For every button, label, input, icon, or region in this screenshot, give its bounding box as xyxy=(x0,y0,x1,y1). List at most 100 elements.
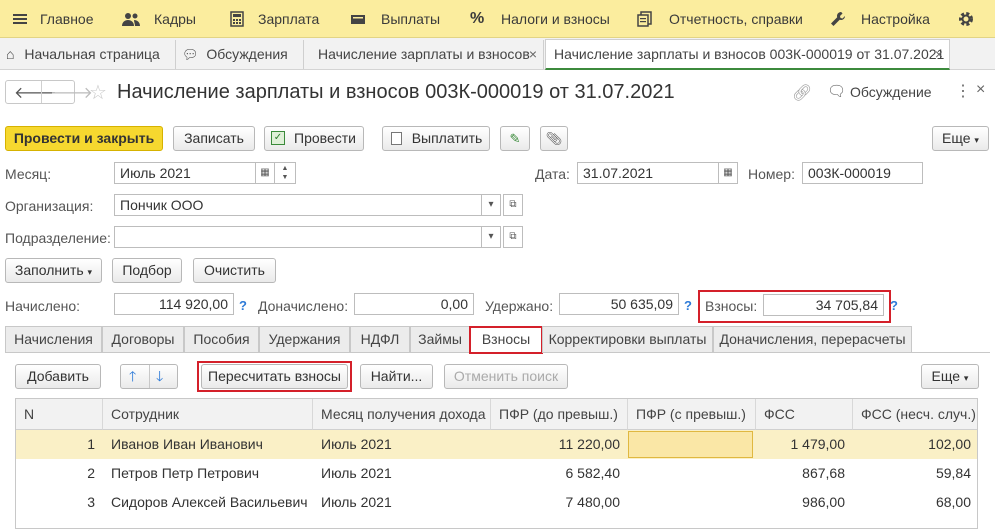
date-calendar-button[interactable]: ▦ xyxy=(718,162,738,184)
withheld-field[interactable]: 50 635,09 xyxy=(559,293,679,315)
date-field[interactable]: 31.07.2021 xyxy=(577,162,719,184)
extra-accrued-field[interactable]: 0,00 xyxy=(354,293,474,315)
help-icon[interactable]: ? xyxy=(239,298,247,313)
fill-button[interactable]: Заполнить ▾ xyxy=(5,258,102,283)
table-cell-employee[interactable]: Иванов Иван Иванович xyxy=(103,430,313,459)
percent-icon: % xyxy=(470,10,485,27)
dropdown-arrow-icon: ▾ xyxy=(488,199,494,210)
department-field[interactable] xyxy=(114,226,482,248)
subtab-deductions[interactable]: Удержания xyxy=(259,326,350,353)
move-up-icon[interactable]: 🡑 xyxy=(129,365,136,388)
table-cell-month[interactable]: Июль 2021 xyxy=(313,488,491,517)
menu-item-main[interactable]: Главное xyxy=(40,0,94,38)
table-cell-fss-ns[interactable]: 68,00 xyxy=(853,488,977,517)
forward-arrow-icon[interactable]: 🡒 xyxy=(50,82,93,103)
department-open-button[interactable]: ⧉ xyxy=(503,226,523,248)
subtab-ndfl[interactable]: НДФЛ xyxy=(350,326,410,353)
contributions-field[interactable]: 34 705,84 xyxy=(763,294,884,316)
star-icon[interactable]: ☆ xyxy=(89,80,107,105)
edit-pencil-button[interactable]: ✎ xyxy=(500,126,530,151)
add-button[interactable]: Добавить xyxy=(15,364,101,389)
table-cell-month[interactable]: Июль 2021 xyxy=(313,430,491,459)
menu-item-hr[interactable]: Кадры xyxy=(154,0,196,38)
close-window-icon[interactable]: × xyxy=(976,81,985,99)
tab-discussions[interactable]: 💬︎ Обсуждения xyxy=(176,40,304,69)
column-header-n[interactable]: N xyxy=(16,399,103,430)
find-button[interactable]: Найти... xyxy=(360,364,433,389)
column-header-fss-ns[interactable]: ФСС (несч. случ.) xyxy=(853,399,977,430)
calendar-button[interactable]: ▦ xyxy=(255,162,275,184)
column-header-fss[interactable]: ФСС xyxy=(756,399,853,430)
subtab-accruals[interactable]: Начисления xyxy=(5,326,102,353)
help-icon[interactable]: ? xyxy=(890,298,898,313)
people-icon xyxy=(122,13,140,26)
column-header-pfr[interactable]: ПФР (до превыш.) xyxy=(491,399,628,430)
post-and-close-button[interactable]: Провести и закрыть xyxy=(5,126,163,151)
table-cell-employee[interactable]: Сидоров Алексей Васильевич xyxy=(103,488,313,517)
subtab-payment-corrections[interactable]: Корректировки выплаты xyxy=(542,326,713,353)
table-cell-fss-ns[interactable]: 102,00 xyxy=(853,430,977,459)
table-cell-fss[interactable]: 1 479,00 xyxy=(756,430,853,459)
pick-button[interactable]: Подбор xyxy=(112,258,182,283)
month-field[interactable]: Июль 2021 xyxy=(114,162,256,184)
post-button-label: Провести xyxy=(294,130,356,146)
table-cell-pfr-over[interactable] xyxy=(628,430,756,459)
menu-item-salary[interactable]: Зарплата xyxy=(258,0,319,38)
organization-field[interactable]: Пончик ООО xyxy=(114,194,482,216)
discussion-button[interactable]: Обсуждение xyxy=(850,84,932,100)
open-window-icon: ⧉ xyxy=(509,231,517,242)
menu-item-payments[interactable]: Выплаты xyxy=(381,0,440,38)
pay-button[interactable]: Выплатить xyxy=(382,126,490,151)
column-header-pfr-over[interactable]: ПФР (с превыш.) xyxy=(628,399,756,430)
menu-item-reports[interactable]: Отчетность, справки xyxy=(669,0,803,38)
attach-button[interactable]: 📎︎ xyxy=(540,126,568,151)
organization-open-button[interactable]: ⧉ xyxy=(503,194,523,216)
subtab-contracts[interactable]: Договоры xyxy=(102,326,184,353)
menu-item-settings[interactable]: Настройка xyxy=(861,0,930,38)
organization-dropdown[interactable]: ▾ xyxy=(481,194,501,216)
more-vertical-icon[interactable]: ⋮ xyxy=(955,81,971,101)
tab-payroll-document[interactable]: Начисление зарплаты и взносов 003К-00001… xyxy=(545,39,950,70)
page-title: Начисление зарплаты и взносов 003К-00001… xyxy=(117,81,675,103)
table-cell-pfr[interactable]: 11 220,00 xyxy=(491,430,628,459)
table-cell-pfr-over[interactable] xyxy=(628,459,756,488)
close-icon[interactable]: × xyxy=(529,40,537,69)
tab-payroll[interactable]: Начисление зарплаты и взносов × xyxy=(304,40,544,69)
move-buttons: 🡑 🡓 xyxy=(120,364,178,389)
subtab-recalculations[interactable]: Доначисления, перерасчеты xyxy=(713,326,912,353)
cancel-search-button[interactable]: Отменить поиск xyxy=(444,364,568,389)
table-cell-fss-ns[interactable]: 59,84 xyxy=(853,459,977,488)
column-header-month[interactable]: Месяц получения дохода xyxy=(313,399,491,430)
table-cell-pfr[interactable]: 7 480,00 xyxy=(491,488,628,517)
subtab-benefits[interactable]: Пособия xyxy=(184,326,259,353)
close-icon[interactable]: × xyxy=(935,40,943,68)
post-button[interactable]: ✓ Провести xyxy=(264,126,364,151)
table-more-button[interactable]: Еще ▾ xyxy=(921,364,979,389)
table-cell-pfr[interactable]: 6 582,40 xyxy=(491,459,628,488)
table-cell-n: 2 xyxy=(87,465,95,481)
pencil-icon: ✎ xyxy=(509,131,521,146)
contributions-label: Взносы: xyxy=(705,298,758,314)
help-icon[interactable]: ? xyxy=(684,298,692,313)
move-down-icon[interactable]: 🡓 xyxy=(156,365,163,388)
number-field[interactable]: 003К-000019 xyxy=(802,162,923,184)
department-dropdown[interactable]: ▾ xyxy=(481,226,501,248)
table-cell-month[interactable]: Июль 2021 xyxy=(313,459,491,488)
gear-icon[interactable] xyxy=(957,10,975,28)
column-header-employee[interactable]: Сотрудник xyxy=(103,399,313,430)
save-button[interactable]: Записать xyxy=(173,126,255,151)
table-cell-employee[interactable]: Петров Петр Петрович xyxy=(103,459,313,488)
subtab-loans[interactable]: Займы xyxy=(410,326,470,353)
clear-button[interactable]: Очистить xyxy=(193,258,276,283)
month-stepper[interactable]: ▲ ▼ xyxy=(274,162,296,184)
table-cell-fss[interactable]: 867,68 xyxy=(756,459,853,488)
link-icon[interactable]: 🔗︎ xyxy=(792,83,812,103)
tab-home[interactable]: ⌂ Начальная страница xyxy=(0,40,176,69)
more-button[interactable]: Еще ▾ xyxy=(932,126,989,151)
menu-item-taxes[interactable]: Налоги и взносы xyxy=(501,0,610,38)
accrued-field[interactable]: 114 920,00 xyxy=(114,293,234,315)
nav-buttons: 🡐 🡒 xyxy=(5,80,93,104)
table-cell-fss[interactable]: 986,00 xyxy=(756,488,853,517)
discussion-icon: 🗨︎ xyxy=(827,83,847,100)
table-cell-pfr-over[interactable] xyxy=(628,488,756,517)
